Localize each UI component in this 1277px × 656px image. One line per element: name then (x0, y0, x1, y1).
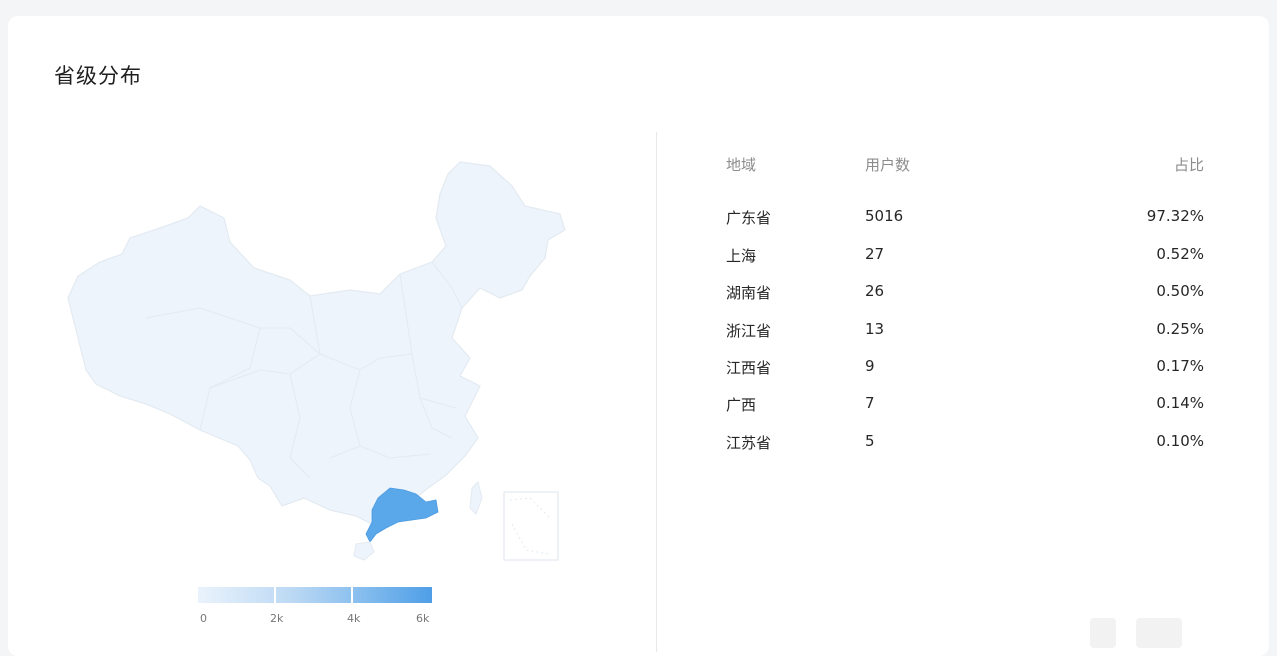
table-row: 江苏省 5 0.10% (726, 432, 1204, 456)
cell-region: 江苏省 (726, 434, 772, 452)
cell-ratio: 0.14% (1156, 394, 1204, 412)
column-divider (656, 132, 657, 652)
cell-users: 7 (865, 394, 875, 412)
cell-users: 5 (865, 432, 875, 450)
cell-ratio: 0.17% (1156, 357, 1204, 375)
table-row: 上海 27 0.52% (726, 245, 1204, 269)
cell-users: 26 (865, 282, 885, 300)
legend-label: 6k (416, 612, 430, 625)
cell-region: 湖南省 (726, 284, 772, 302)
cell-users: 9 (865, 357, 875, 375)
cell-ratio: 0.25% (1156, 320, 1204, 338)
cell-region: 浙江省 (726, 322, 772, 340)
table-row: 江西省 9 0.17% (726, 357, 1204, 381)
cell-ratio: 0.10% (1156, 432, 1204, 450)
china-map-outline (67, 161, 566, 525)
legend-label: 4k (347, 612, 361, 625)
table-row: 广东省 5016 97.32% (726, 207, 1204, 231)
cell-ratio: 97.32% (1146, 207, 1204, 225)
hainan-region (353, 541, 375, 561)
legend-label: 2k (270, 612, 284, 625)
legend-label: 0 (200, 612, 207, 625)
taiwan-region (469, 481, 483, 515)
header-ratio: 占比 (1173, 156, 1204, 174)
table-row: 广西 7 0.14% (726, 394, 1204, 418)
cell-region: 江西省 (726, 359, 772, 377)
legend-separator (351, 587, 353, 603)
table-row: 湖南省 26 0.50% (726, 282, 1204, 306)
header-region: 地域 (726, 156, 757, 174)
cell-users: 27 (865, 245, 885, 263)
cell-region: 上海 (726, 247, 757, 265)
cell-ratio: 0.50% (1156, 282, 1204, 300)
table-row: 浙江省 13 0.25% (726, 320, 1204, 344)
panel-title: 省级分布 (54, 64, 142, 88)
china-choropleth-map (67, 161, 566, 561)
visual-map-legend: 0 2k 4k 6k (198, 587, 434, 627)
cell-users: 5016 (865, 207, 904, 225)
pagination-prev-button[interactable] (1090, 618, 1116, 648)
pagination-page-button[interactable] (1136, 618, 1182, 648)
cell-region: 广西 (726, 396, 757, 414)
south-china-sea-inset (503, 491, 559, 561)
cell-region: 广东省 (726, 209, 772, 227)
header-users: 用户数 (865, 156, 911, 174)
cell-ratio: 0.52% (1156, 245, 1204, 263)
legend-separator (274, 587, 276, 603)
legend-gradient-bar (198, 587, 432, 603)
cell-users: 13 (865, 320, 885, 338)
province-distribution-card: 省级分布 0 2k 4k 6k 地域 用户数 占比 广东省 5016 97.32… (8, 16, 1269, 656)
